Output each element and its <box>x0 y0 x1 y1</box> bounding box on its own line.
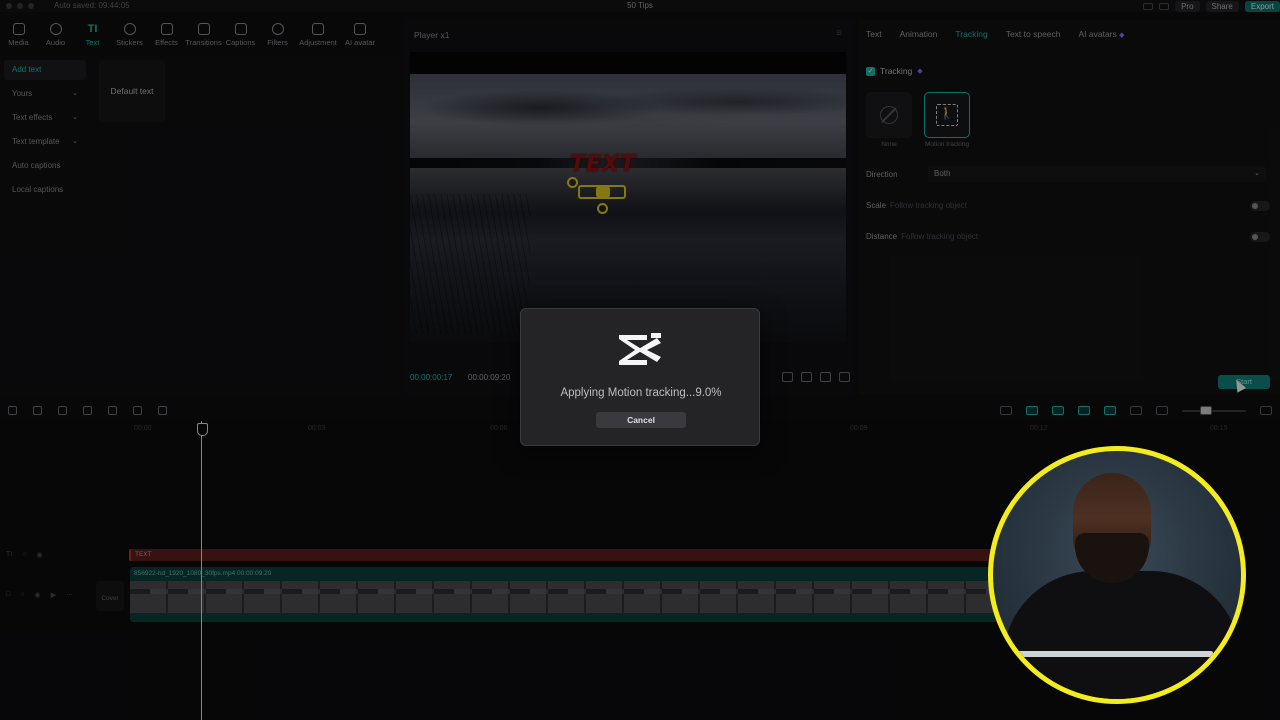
cancel-button[interactable]: Cancel <box>596 412 686 428</box>
progress-message: Applying Motion tracking...9.0% <box>560 387 722 399</box>
capcut-logo-icon <box>619 333 661 365</box>
capcut-editor-window: Auto saved: 09:44:05 50 Tips Pro Share E… <box>0 0 1280 720</box>
webcam-presenter-bubble <box>988 446 1246 704</box>
motion-tracking-progress-dialog: Applying Motion tracking...9.0% Cancel <box>520 308 760 446</box>
